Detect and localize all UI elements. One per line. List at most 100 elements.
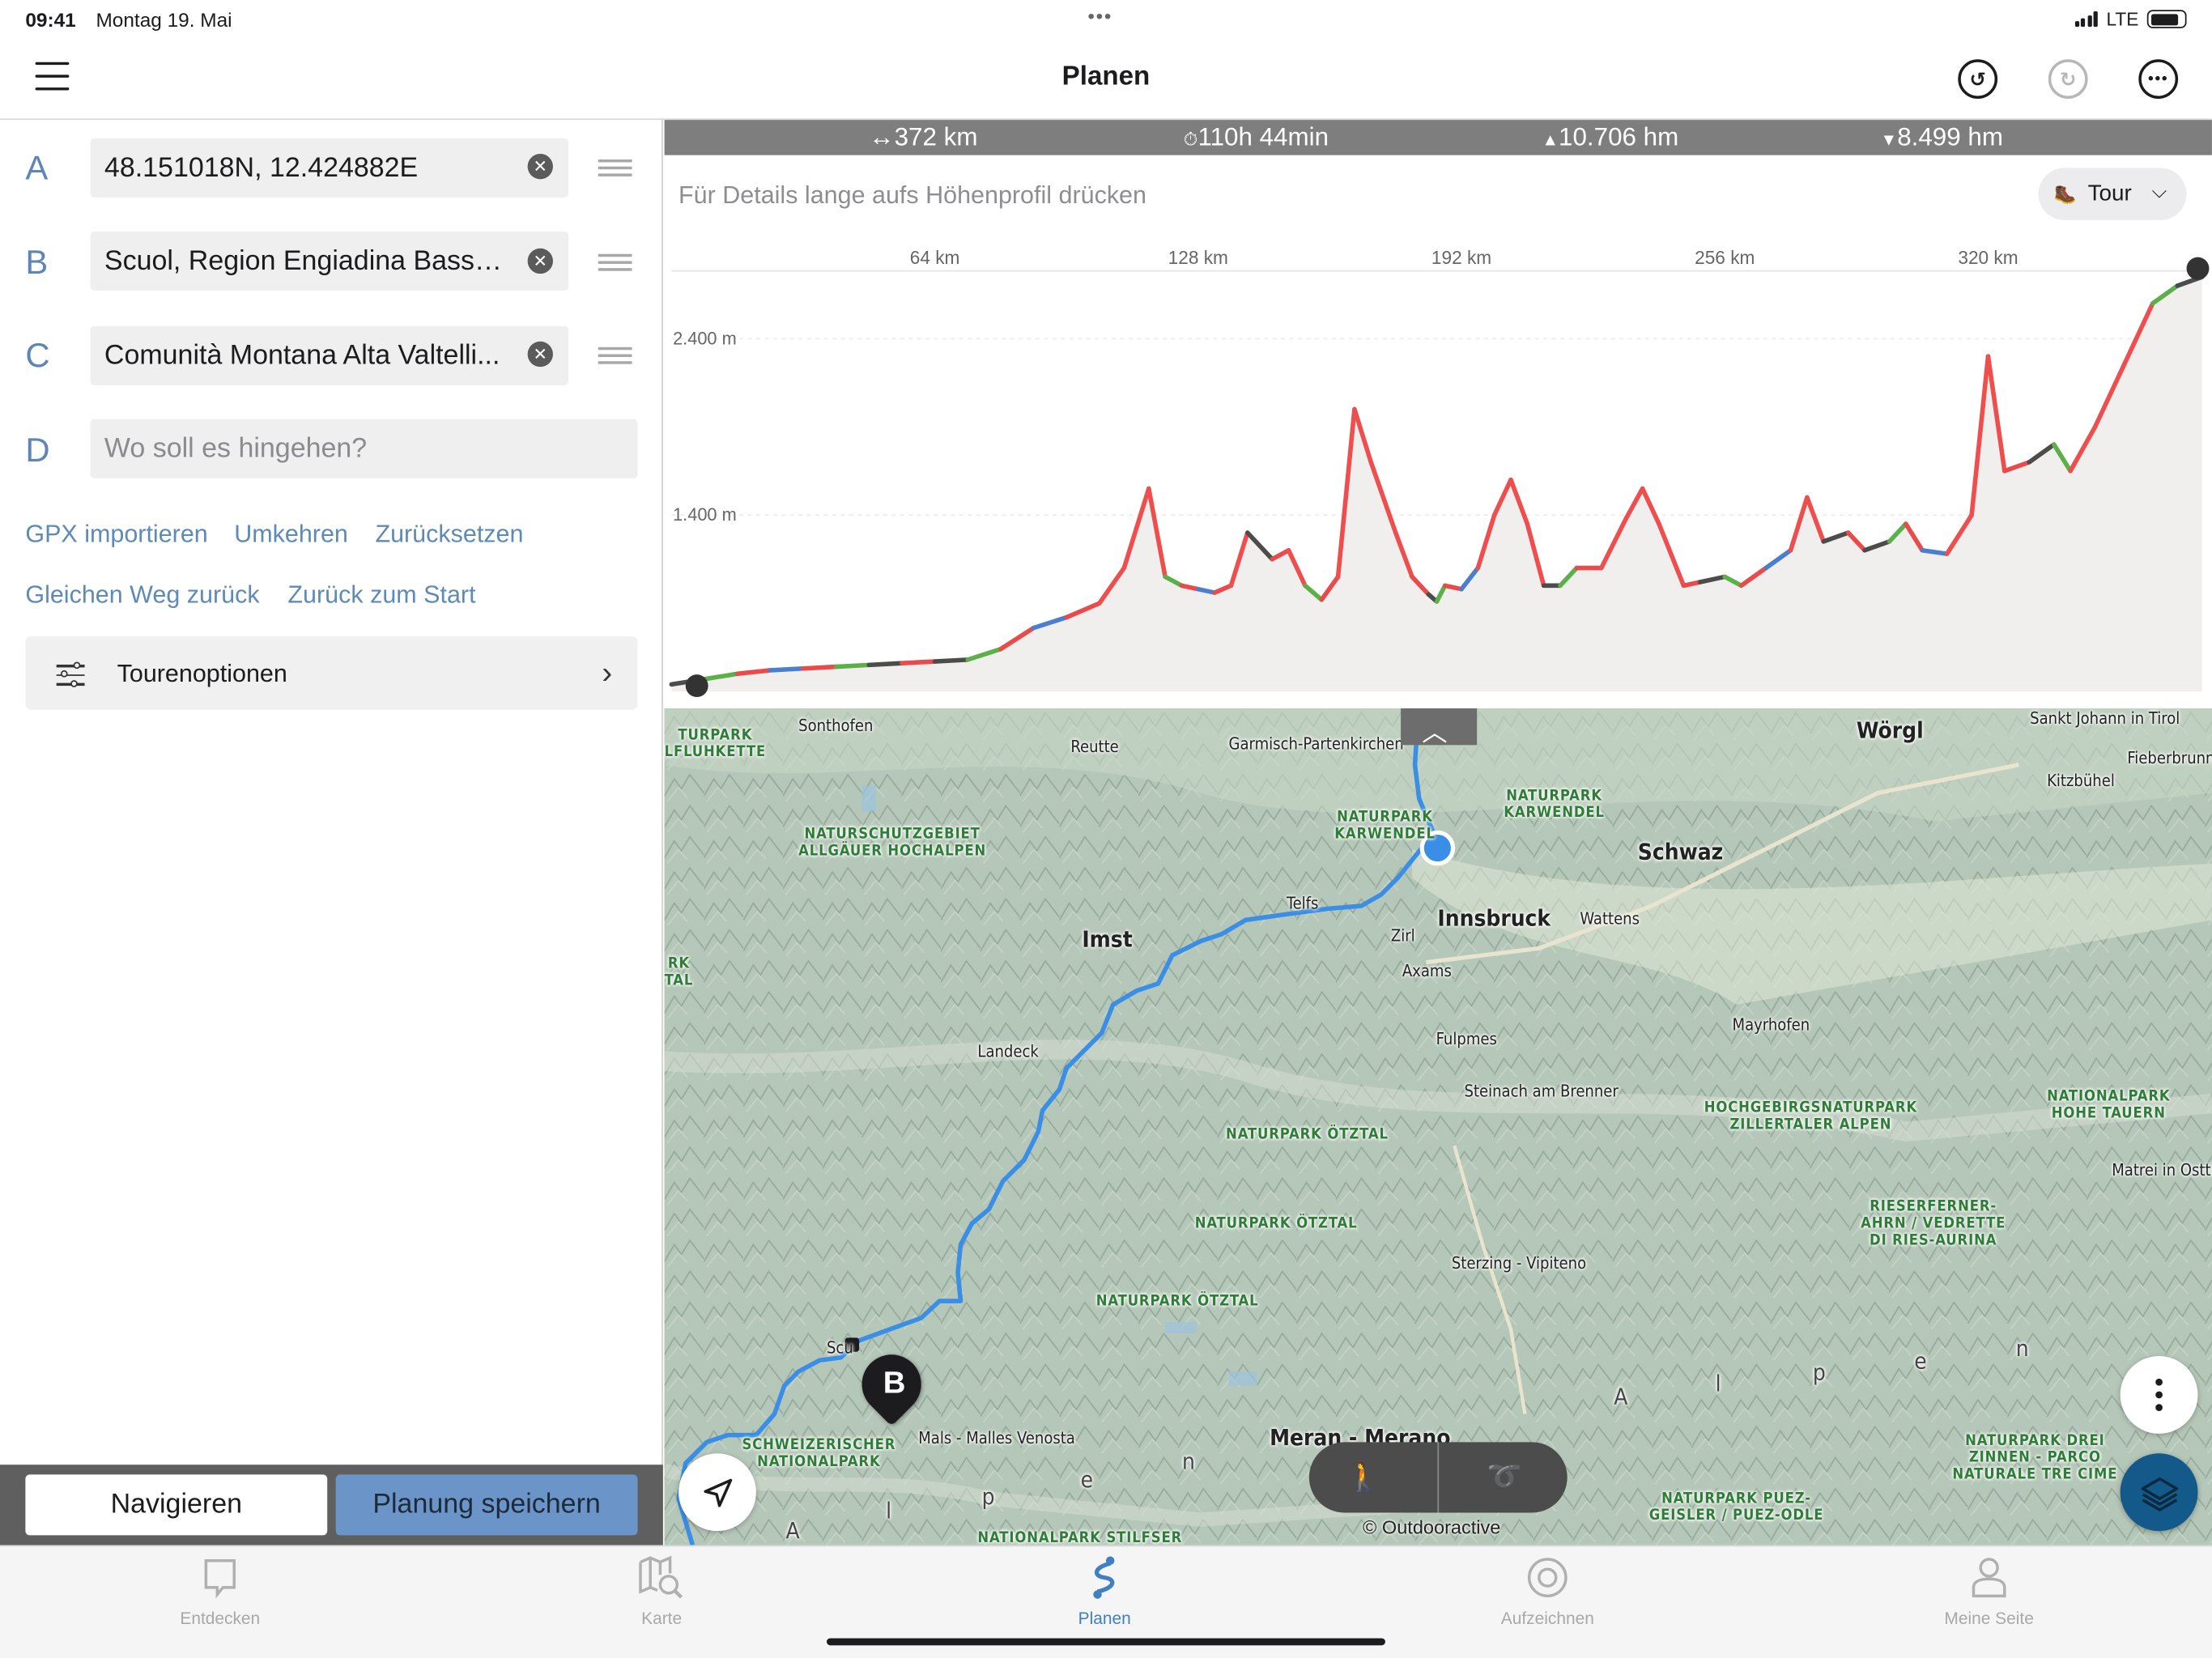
waypoint-letter-c: C: [25, 337, 50, 376]
distance-stat: ↔372 km: [869, 123, 977, 153]
chevron-up-icon: ︿: [1422, 718, 1448, 747]
tab-record[interactable]: Aufzeichnen: [1463, 1555, 1632, 1629]
map-park-label: NATURPARK ÖTZTAL: [1226, 1125, 1389, 1143]
map-park-label: RIESERFERNER- AHRN / VEDRETTE DI RIES-AURI…: [1861, 1197, 2006, 1249]
map-region-letter: l: [886, 1497, 892, 1524]
same-way-back-link[interactable]: Gleichen Weg zurück: [25, 580, 259, 610]
discover-icon: [135, 1555, 304, 1601]
tab-profile[interactable]: Meine Seite: [1904, 1555, 2074, 1628]
activity-dropdown[interactable]: 🥾 Tour ⌵: [2038, 168, 2187, 220]
clear-waypoint-a-icon[interactable]: ✕: [527, 153, 553, 180]
waypoint-c-field[interactable]: Comunità Montana Alta Valtelli...: [90, 325, 569, 385]
tab-map[interactable]: Karte: [577, 1555, 747, 1629]
map-layers-button[interactable]: [2120, 1453, 2198, 1532]
tab-map-label: Karte: [641, 1609, 683, 1629]
elevation-segment: [768, 665, 806, 673]
map-park-label: NATIONALPARK STILFSER: [977, 1529, 1183, 1545]
location-arrow-icon: [703, 1477, 732, 1507]
reset-link[interactable]: Zurücksetzen: [375, 519, 523, 549]
map-region-letter: n: [2015, 1334, 2029, 1362]
undo-icon[interactable]: ↺: [1958, 59, 1998, 100]
y-tick-label: 1.400 m: [673, 504, 737, 525]
layers-icon: [2140, 1477, 2178, 1511]
map-label-mals: Mals - Malles Venosta: [918, 1427, 1075, 1448]
network-label: LTE: [2106, 8, 2139, 30]
tab-discover[interactable]: Entdecken: [135, 1555, 304, 1628]
tab-plan-label: Planen: [1078, 1609, 1131, 1629]
waypoint-a-field[interactable]: 48.151018N, 12.424882E: [90, 138, 569, 198]
map-label-st-johann: Sankt Johann in Tirol: [2030, 708, 2180, 729]
duration-stat: ⏱110h 44min: [1184, 123, 1329, 153]
back-to-start-link[interactable]: Zurück zum Start: [287, 580, 475, 610]
drag-handle-c-icon[interactable]: [598, 346, 632, 364]
waypoint-letter-a: A: [25, 149, 49, 188]
map-park-label: NATURPARK KARWENDEL: [1504, 787, 1605, 822]
sliders-icon: [56, 661, 85, 687]
tour-options-button[interactable]: Tourenoptionen ›: [25, 636, 638, 710]
activity-label: Tour: [2087, 181, 2132, 206]
gpx-import-link[interactable]: GPX importieren: [25, 519, 207, 549]
navigate-button[interactable]: Navigieren: [25, 1474, 328, 1536]
elevation-segment: [801, 664, 839, 671]
map-region-letter: e: [1914, 1347, 1927, 1375]
drag-handle-a-icon[interactable]: [598, 159, 632, 176]
map-region-letter: e: [1080, 1465, 1094, 1494]
save-plan-button[interactable]: Planung speichern: [335, 1474, 638, 1536]
tour-stats-bar: ↔372 km ⏱110h 44min ▲10.706 hm ▼8.499 hm: [664, 120, 2212, 155]
map-park-label: NATURSCHUTZGEBIET ALLGÄUER HOCHALPEN: [798, 825, 987, 860]
map-region-letter: l: [1715, 1370, 1721, 1397]
descent-stat: ▼8.499 hm: [1880, 123, 2002, 153]
distance-icon: ↔: [869, 122, 895, 151]
routing-mode-separator: [1437, 1442, 1440, 1513]
freehand-route-icon[interactable]: ➰: [1487, 1459, 1521, 1494]
locate-me-button[interactable]: [678, 1453, 756, 1532]
map-label-wattens: Wattens: [1580, 908, 1640, 929]
map-more-button[interactable]: [2120, 1356, 2198, 1434]
clear-waypoint-b-icon[interactable]: ✕: [527, 248, 553, 274]
map-label-scuol: Scu: [826, 1337, 853, 1358]
map-park-label: NATIONALPARK HOHE TAUERN: [2047, 1087, 2171, 1122]
map-region-letter: p: [1812, 1358, 1826, 1386]
tab-plan[interactable]: Planen: [1020, 1555, 1189, 1629]
elevation-chart[interactable]: 64 km 128 km 192 km 256 km 320 km 2.400 m 1.40…: [665, 226, 2212, 699]
multitasking-dots-icon[interactable]: •••: [1087, 4, 1112, 27]
duration-value: 110h 44min: [1197, 122, 1329, 151]
x-tick-label: 320 km: [1958, 247, 2018, 268]
signal-icon: [2074, 11, 2098, 28]
redo-icon[interactable]: ↻: [2048, 59, 2088, 100]
waypoint-d-field[interactable]: Wo soll es hingehen?: [90, 419, 638, 478]
map-region-letter: n: [1182, 1448, 1195, 1475]
map-label-woergl: Wörgl: [1856, 716, 1924, 744]
waypoint-marker-b-label: B: [883, 1364, 906, 1401]
map-label-steinach: Steinach am Brenner: [1464, 1081, 1619, 1101]
map-park-label: TURPARK LFLUHKETTE: [664, 726, 767, 761]
home-indicator: [826, 1638, 1385, 1646]
map-park-label: NATURPARK ÖTZTAL: [1194, 1214, 1358, 1232]
map-park-label: NATURPARK DREI ZINNEN - PARCO NATURALE TRE…: [1952, 1432, 2118, 1483]
tab-record-label: Aufzeichnen: [1500, 1609, 1594, 1629]
more-options-icon[interactable]: •••: [2138, 59, 2179, 100]
elevation-segment: [932, 657, 971, 664]
drag-handle-b-icon[interactable]: [598, 253, 632, 271]
y-tick-label: 2.400 m: [673, 328, 737, 348]
clear-waypoint-c-icon[interactable]: ✕: [527, 341, 553, 368]
elevation-segment: [866, 661, 904, 668]
map-label-mayrhofen: Mayrhofen: [1732, 1014, 1810, 1035]
descent-value: 8.499 hm: [1897, 122, 2003, 151]
plan-icon: [1020, 1555, 1189, 1601]
map-region-letter: p: [981, 1482, 995, 1511]
waypoint-b-field[interactable]: Scuol, Region Engiadina Bassa...: [90, 231, 569, 291]
reverse-link[interactable]: Umkehren: [234, 519, 348, 549]
map-label-fieberbrunn: Fieberbrunn: [2127, 747, 2212, 768]
map-park-label: HOCHGEBIRGSNATURPARK ZILLERTALER ALPEN: [1704, 1099, 1918, 1133]
waypoint-letter-b: B: [25, 244, 49, 283]
profile-hint: Für Details lange aufs Höhenprofil drück…: [678, 181, 1146, 209]
chevron-right-icon: ›: [602, 654, 613, 691]
map-label-innsbruck: Innsbruck: [1437, 904, 1551, 932]
elevation-segment: [833, 662, 872, 670]
x-tick-label: 192 km: [1431, 247, 1491, 268]
map-icon: [577, 1555, 747, 1601]
status-time: 09:41: [25, 8, 76, 32]
map-label-telfs: Telfs: [1286, 893, 1319, 913]
walking-mode-icon[interactable]: 🚶: [1346, 1459, 1380, 1494]
